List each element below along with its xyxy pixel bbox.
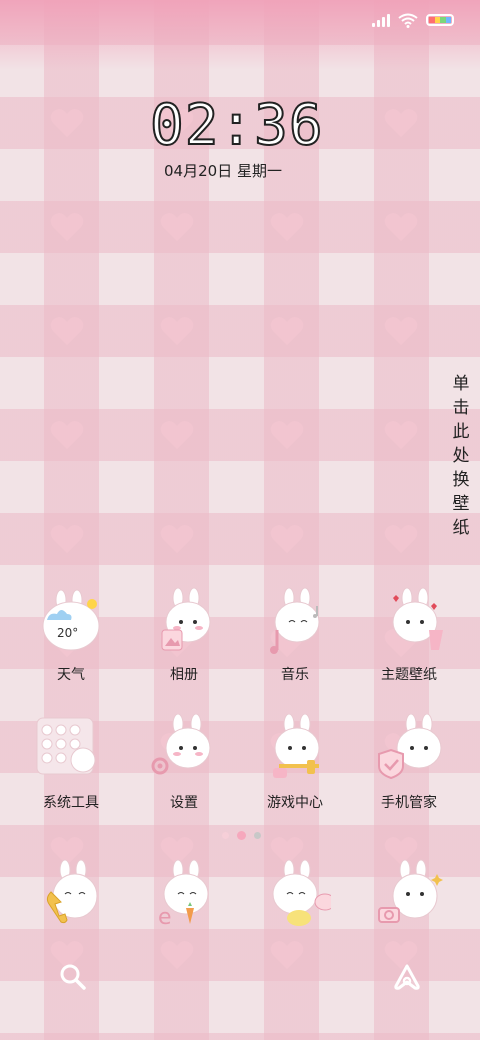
- app-label: 主题壁纸: [381, 667, 437, 683]
- battery-segment: [445, 17, 451, 23]
- dock-messages[interactable]: [245, 858, 345, 930]
- app-label: 相册: [170, 667, 198, 683]
- cellular-signal-icon: [372, 13, 390, 27]
- dock-browser[interactable]: e: [134, 858, 234, 930]
- camera-bunny-icon: [373, 858, 445, 930]
- search-icon[interactable]: [58, 962, 88, 992]
- lock-clock-date: 04月20日 星期一: [164, 162, 282, 180]
- assistant-icon[interactable]: [392, 962, 422, 992]
- wallpaper-heart-icon: [270, 525, 304, 553]
- wallpaper-heart-icon: [160, 525, 194, 553]
- gallery-bunny-icon: [148, 586, 220, 658]
- app-label: 系统工具: [43, 795, 99, 811]
- battery-icon: [426, 14, 454, 26]
- page-dot: [222, 832, 229, 839]
- dock-phone[interactable]: [21, 858, 121, 930]
- app-themes[interactable]: 主题壁纸: [359, 586, 459, 684]
- wallpaper-heart-icon: [384, 317, 418, 345]
- weather-bunny-icon: 20°: [35, 586, 107, 658]
- wallpaper-heart-icon: [270, 213, 304, 241]
- app-label: 天气: [57, 667, 85, 683]
- wallpaper-heart-icon: [384, 421, 418, 449]
- phone-bunny-icon: [35, 858, 107, 930]
- app-label: 音乐: [281, 667, 309, 683]
- wallpaper-heart-icon: [50, 213, 84, 241]
- folder-system-tools[interactable]: 系统工具: [21, 714, 121, 812]
- wallpaper-heart-icon: [270, 317, 304, 345]
- page-dot: [254, 832, 261, 839]
- lock-clock-time[interactable]: 02:36: [149, 95, 324, 157]
- wallpaper-heart-icon: [50, 421, 84, 449]
- dock-camera[interactable]: [359, 858, 459, 930]
- wallpaper-heart-icon: [50, 525, 84, 553]
- app-label: 游戏中心: [267, 795, 323, 811]
- wifi-icon: [398, 13, 418, 28]
- page-indicator[interactable]: [222, 831, 261, 840]
- themes-bunny-icon: [373, 586, 445, 658]
- wallpaper-heart-icon: [384, 109, 418, 137]
- page-dot-active: [237, 831, 246, 840]
- system-tools-folder-icon: [35, 714, 107, 786]
- svg-text:e: e: [158, 905, 172, 930]
- wallpaper-heart-icon: [160, 317, 194, 345]
- messages-bunny-icon: [259, 858, 336, 930]
- app-game-center[interactable]: 游戏中心: [245, 713, 345, 812]
- app-settings[interactable]: 设置: [134, 713, 234, 812]
- app-gallery[interactable]: 相册: [134, 586, 234, 684]
- wallpaper-heart-icon: [270, 421, 304, 449]
- change-wallpaper-button[interactable]: 单击此处换壁纸: [450, 372, 472, 540]
- app-phone-manager[interactable]: 手机管家: [359, 713, 459, 812]
- status-bar: [372, 10, 454, 30]
- app-music[interactable]: 音乐: [245, 586, 345, 684]
- security-bunny-icon: [373, 713, 445, 786]
- app-label: 设置: [170, 795, 198, 811]
- weather-temperature: 20°: [57, 626, 79, 640]
- app-label: 手机管家: [381, 795, 437, 811]
- wallpaper-heart-icon: [160, 941, 194, 969]
- wallpaper-heart-icon: [50, 317, 84, 345]
- wallpaper-heart-icon: [50, 109, 84, 137]
- browser-bunny-icon: e: [148, 858, 220, 930]
- wallpaper-heart-icon: [384, 525, 418, 553]
- music-bunny-icon: [259, 586, 331, 658]
- app-weather[interactable]: 20° 天气: [21, 586, 121, 684]
- settings-bunny-icon: [148, 713, 220, 786]
- wallpaper-heart-icon: [384, 213, 418, 241]
- wallpaper-heart-icon: [160, 213, 194, 241]
- wallpaper-heart-icon: [270, 941, 304, 969]
- wallpaper-heart-icon: [160, 421, 194, 449]
- game-center-bunny-icon: [259, 713, 331, 786]
